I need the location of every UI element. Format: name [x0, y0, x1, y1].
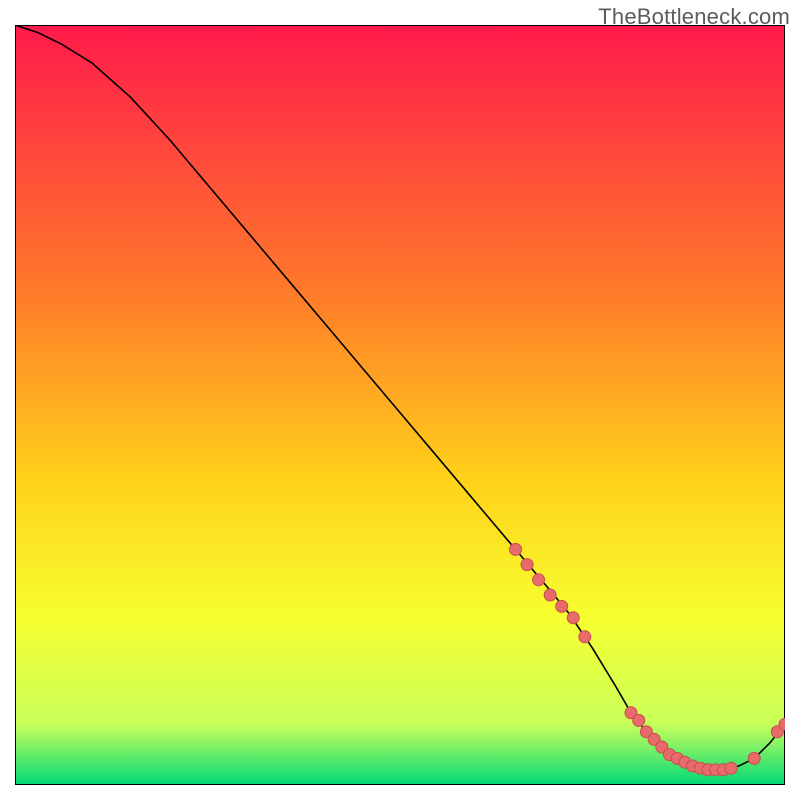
- data-marker: [567, 612, 579, 624]
- data-marker: [510, 543, 522, 555]
- data-marker: [725, 762, 737, 774]
- chart-stage: TheBottleneck.com: [0, 0, 800, 800]
- data-marker: [556, 600, 568, 612]
- data-marker: [748, 752, 760, 764]
- gradient-background: [15, 25, 785, 785]
- data-marker: [521, 559, 533, 571]
- data-marker: [579, 631, 591, 643]
- data-marker: [544, 589, 556, 601]
- chart-svg: [15, 25, 785, 785]
- plot-area: [15, 25, 785, 785]
- data-marker: [533, 574, 545, 586]
- data-marker: [633, 714, 645, 726]
